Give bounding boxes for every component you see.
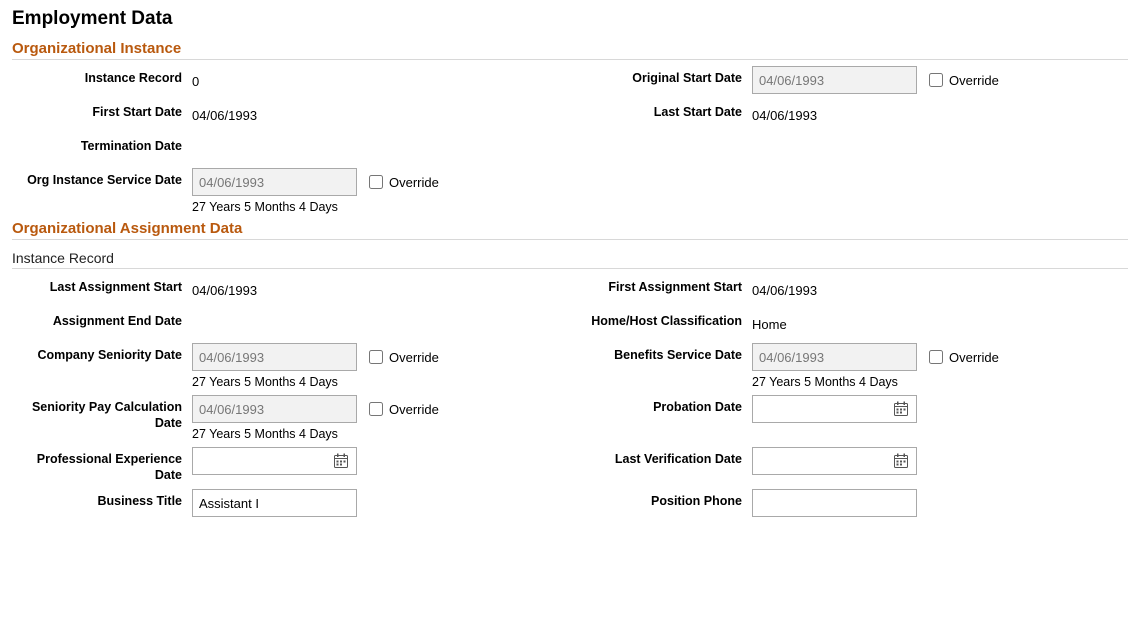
input-professional-experience-date[interactable]	[199, 449, 332, 473]
label-override: Override	[389, 350, 439, 365]
label-business-title: Business Title	[12, 489, 192, 510]
label-first-assignment-start: First Assignment Start	[572, 275, 752, 296]
input-org-instance-service-date[interactable]	[192, 168, 357, 196]
label-last-assignment-start: Last Assignment Start	[12, 275, 192, 296]
input-benefits-service-date[interactable]	[752, 343, 917, 371]
calendar-icon[interactable]	[892, 401, 910, 417]
value-last-start-date: 04/06/1993	[752, 105, 817, 123]
duration-org-instance-service: 27 Years 5 Months 4 Days	[192, 200, 439, 214]
duration-seniority-pay-calc: 27 Years 5 Months 4 Days	[192, 427, 439, 441]
override-org-instance-service-date[interactable]: Override	[365, 172, 439, 192]
override-original-start-date[interactable]: Override	[925, 70, 999, 90]
label-last-verification-date: Last Verification Date	[572, 447, 752, 468]
label-position-phone: Position Phone	[572, 489, 752, 510]
datebox-probation-date[interactable]	[752, 395, 917, 423]
checkbox-override-company-seniority-date[interactable]	[369, 350, 383, 364]
label-last-start-date: Last Start Date	[572, 100, 752, 121]
section-organizational-instance: Organizational Instance	[12, 40, 1128, 60]
label-override: Override	[949, 350, 999, 365]
label-instance-record: Instance Record	[12, 66, 192, 87]
checkbox-override-seniority-pay-calc-date[interactable]	[369, 402, 383, 416]
section-sub-instance-record: Instance Record	[12, 250, 1128, 269]
checkbox-override-org-instance-service-date[interactable]	[369, 175, 383, 189]
label-first-start-date: First Start Date	[12, 100, 192, 121]
duration-company-seniority: 27 Years 5 Months 4 Days	[192, 375, 439, 389]
datebox-last-verification-date[interactable]	[752, 447, 917, 475]
datebox-professional-experience-date[interactable]	[192, 447, 357, 475]
input-seniority-pay-calc-date[interactable]	[192, 395, 357, 423]
input-original-start-date[interactable]	[752, 66, 917, 94]
label-override: Override	[389, 402, 439, 417]
value-instance-record: 0	[192, 71, 199, 89]
label-benefits-service-date: Benefits Service Date	[572, 343, 752, 364]
duration-benefits-service: 27 Years 5 Months 4 Days	[752, 375, 999, 389]
label-override: Override	[389, 175, 439, 190]
override-benefits-service-date[interactable]: Override	[925, 347, 999, 367]
input-probation-date[interactable]	[759, 397, 892, 421]
section-organizational-assignment-data: Organizational Assignment Data	[12, 220, 1128, 240]
label-home-host-classification: Home/Host Classification	[572, 309, 752, 330]
label-company-seniority-date: Company Seniority Date	[12, 343, 192, 364]
value-home-host-classification: Home	[752, 314, 787, 332]
input-last-verification-date[interactable]	[759, 449, 892, 473]
checkbox-override-benefits-service-date[interactable]	[929, 350, 943, 364]
label-probation-date: Probation Date	[572, 395, 752, 416]
value-last-assignment-start: 04/06/1993	[192, 280, 257, 298]
override-seniority-pay-calc-date[interactable]: Override	[365, 399, 439, 419]
calendar-icon[interactable]	[332, 453, 350, 469]
checkbox-override-original-start-date[interactable]	[929, 73, 943, 87]
value-first-assignment-start: 04/06/1993	[752, 280, 817, 298]
calendar-icon[interactable]	[892, 453, 910, 469]
label-termination-date: Termination Date	[12, 134, 192, 155]
label-seniority-pay-calc-date: Seniority Pay Calculation Date	[12, 395, 192, 431]
override-company-seniority-date[interactable]: Override	[365, 347, 439, 367]
label-original-start-date: Original Start Date	[572, 66, 752, 87]
input-business-title[interactable]	[192, 489, 357, 517]
page-title: Employment Data	[12, 8, 1128, 30]
label-org-instance-service-date: Org Instance Service Date	[12, 168, 192, 189]
input-position-phone[interactable]	[752, 489, 917, 517]
label-override: Override	[949, 73, 999, 88]
input-company-seniority-date[interactable]	[192, 343, 357, 371]
value-first-start-date: 04/06/1993	[192, 105, 257, 123]
label-assignment-end-date: Assignment End Date	[12, 309, 192, 330]
label-professional-experience-date: Professional Experience Date	[12, 447, 192, 483]
